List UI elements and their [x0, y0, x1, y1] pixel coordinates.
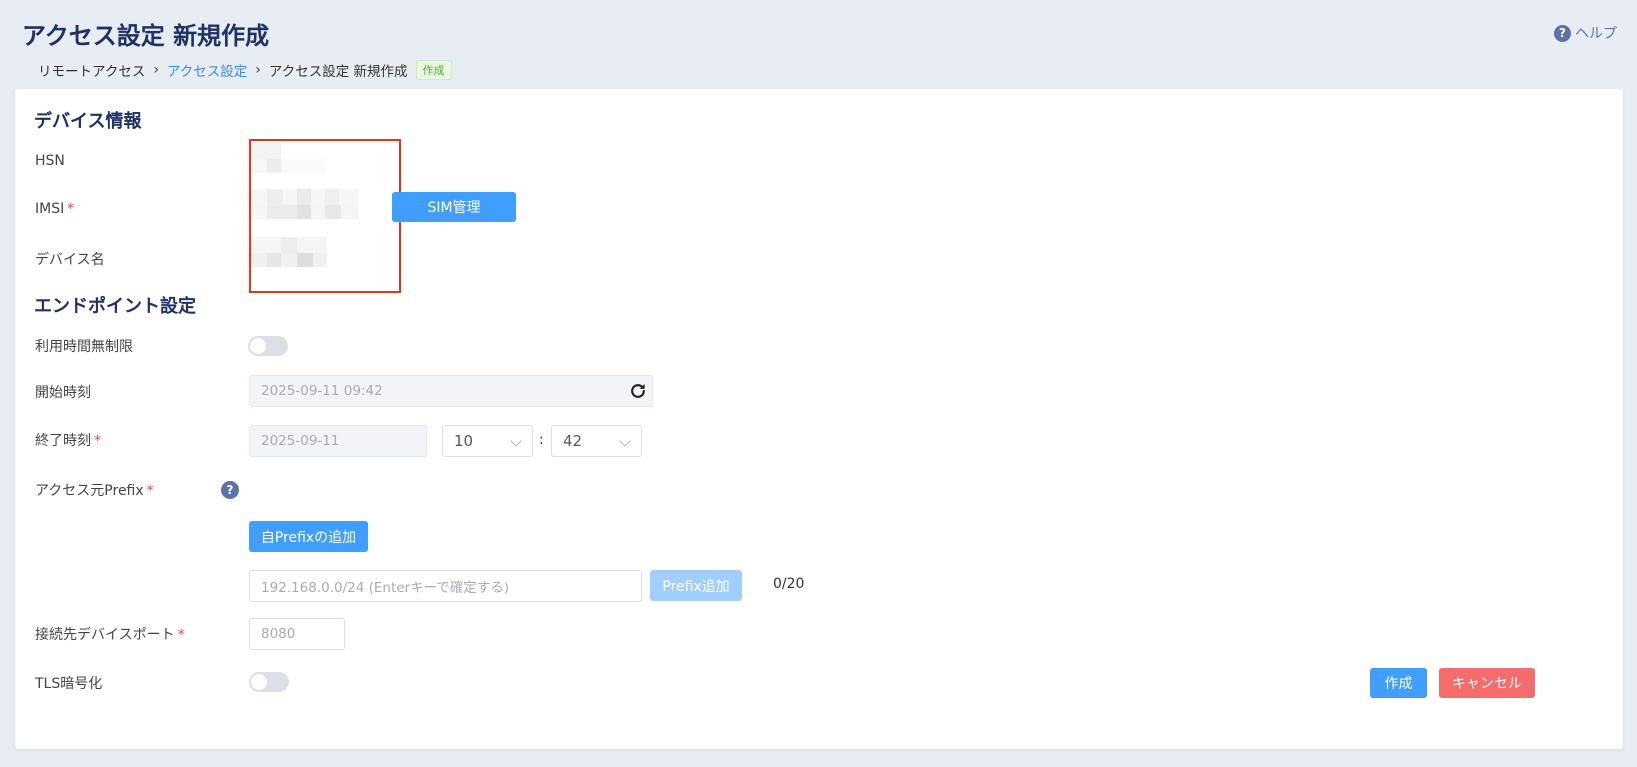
start-time-label: 開始時刻	[35, 385, 91, 401]
required-mark: *	[146, 483, 154, 499]
end-minute-value: 42	[563, 432, 583, 450]
question-circle-icon: ?	[1554, 24, 1571, 42]
end-time-label: 終了時刻 *	[35, 430, 101, 450]
add-own-prefix-button[interactable]: 自Prefixの追加	[249, 521, 368, 552]
chevron-down-icon	[619, 435, 631, 447]
status-badge: 作成	[415, 60, 452, 80]
breadcrumb-item-remote-access[interactable]: リモートアクセス	[38, 60, 145, 80]
breadcrumb-item-current: アクセス設定 新規作成	[268, 64, 408, 80]
device-port-placeholder: 8080	[261, 626, 296, 642]
form-card: デバイス情報 HSN IMSI * デバイス名 SIM管理 エンドポイント設定 利…	[15, 89, 1623, 749]
chevron-right-icon: ›	[153, 62, 159, 78]
prefix-counter: 0/20	[773, 576, 805, 592]
refresh-icon[interactable]	[628, 381, 648, 401]
device-port-label: 接続先デバイスポート *	[35, 624, 185, 644]
device-port-label-text: 接続先デバイスポート	[35, 627, 175, 643]
end-date-input[interactable]: 2025-09-11	[249, 425, 427, 457]
time-separator: :	[539, 432, 544, 448]
tls-label: TLS暗号化	[35, 676, 103, 692]
required-mark: *	[94, 433, 101, 449]
chevron-down-icon	[510, 435, 522, 447]
imsi-label-text: IMSI	[35, 201, 65, 217]
imsi-label: IMSI *	[35, 201, 74, 217]
cancel-button[interactable]: キャンセル	[1439, 668, 1535, 698]
prefix-add-button[interactable]: Prefix追加	[650, 570, 742, 601]
end-hour-value: 10	[454, 432, 474, 450]
start-time-value: 2025-09-11 09:42	[261, 383, 383, 399]
end-hour-select[interactable]: 10	[442, 425, 533, 457]
chevron-right-icon: ›	[255, 62, 261, 78]
page-title: アクセス設定 新規作成	[22, 22, 270, 50]
device-name-label: デバイス名	[35, 252, 105, 268]
unlimited-time-toggle[interactable]	[248, 336, 288, 356]
prefix-input[interactable]: 192.168.0.0/24 (Enterキーで確定する)	[249, 570, 642, 602]
required-mark: *	[67, 201, 75, 217]
required-mark: *	[177, 627, 185, 643]
unlimited-time-label: 利用時間無制限	[35, 339, 133, 355]
breadcrumb-item-access-settings[interactable]: アクセス設定	[167, 60, 247, 80]
question-circle-icon[interactable]: ?	[221, 481, 239, 499]
help-label: ヘルプ	[1575, 26, 1617, 42]
access-prefix-label: アクセス元Prefix *	[35, 480, 154, 500]
section-title-device: デバイス情報	[34, 111, 142, 132]
access-prefix-label-text: アクセス元Prefix	[35, 483, 144, 499]
device-port-input[interactable]: 8080	[249, 618, 345, 650]
create-button[interactable]: 作成	[1370, 668, 1427, 698]
end-minute-select[interactable]: 42	[551, 425, 642, 457]
prefix-placeholder: 192.168.0.0/24 (Enterキーで確定する)	[261, 580, 510, 596]
start-time-input[interactable]: 2025-09-11 09:42	[249, 375, 653, 407]
tls-toggle[interactable]	[249, 672, 289, 692]
sim-management-button[interactable]: SIM管理	[392, 192, 516, 222]
section-title-endpoint: エンドポイント設定	[34, 296, 196, 317]
breadcrumb: リモートアクセス › アクセス設定 › アクセス設定 新規作成 作成	[38, 60, 452, 80]
end-date-value: 2025-09-11	[261, 433, 340, 449]
help-link[interactable]: ? ヘルプ	[1554, 23, 1617, 43]
hsn-label: HSN	[35, 153, 65, 169]
end-time-label-text: 終了時刻	[35, 433, 91, 449]
